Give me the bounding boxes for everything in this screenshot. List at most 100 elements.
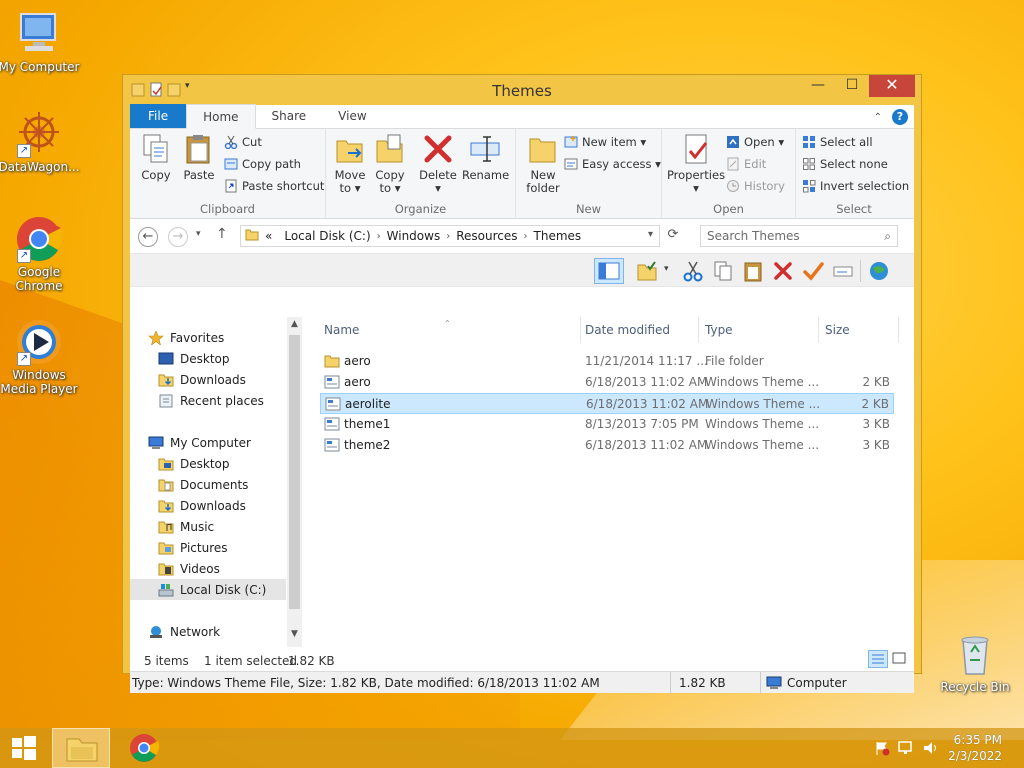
search-input[interactable]: Search Themes ⌕ [700,225,898,247]
easy-access-button[interactable]: Easy access ▾ [564,155,661,173]
rename-toolbar-icon[interactable] [832,260,854,282]
column-divider[interactable] [580,317,581,343]
checkmark-toolbar-icon[interactable] [802,260,824,282]
copy-toolbar-icon[interactable] [712,260,734,282]
ribbon-collapse-icon[interactable]: ⌃ [874,112,882,123]
open-button[interactable]: Open ▾ [726,133,784,151]
help-icon[interactable]: ? [892,109,908,125]
address-dropdown-icon[interactable]: ▾ [648,229,653,240]
forward-button[interactable]: → [168,227,188,247]
nav-network[interactable]: Network [148,621,220,642]
column-header-date[interactable]: Date modified [585,323,670,337]
file-row[interactable]: theme2 6/18/2013 11:02 AM Windows Theme … [320,435,894,456]
scrollbar-thumb[interactable] [289,335,300,609]
column-header-name[interactable]: Name [324,323,359,337]
copy-path-button[interactable]: Copy path [224,155,301,173]
nav-pc-music[interactable]: Music [158,516,214,537]
network-tray-icon[interactable] [898,740,916,759]
file-row[interactable]: aero 11/21/2014 11:17 ... File folder [320,351,894,372]
taskbar-chrome[interactable] [124,728,164,768]
breadcrumb-separator-icon[interactable]: › [446,231,450,242]
breadcrumb-themes[interactable]: Themes [534,229,582,243]
select-group: Select all Select none Invert selection … [796,129,912,219]
column-divider[interactable] [818,317,819,343]
scroll-up-icon[interactable]: ▲ [287,319,302,335]
details-view-icon[interactable] [868,650,888,668]
delete-toolbar-icon[interactable] [772,260,794,282]
nav-pc-downloads[interactable]: Downloads [158,495,246,516]
minimize-button[interactable]: — [801,75,835,97]
desktop-icon-my-computer[interactable]: My Computer [0,10,81,74]
breadcrumb-separator-icon[interactable]: › [524,231,528,242]
nav-pane-scrollbar[interactable]: ▲ ▼ [287,317,302,647]
select-none-button[interactable]: Select none [802,155,888,173]
paste-toolbar-icon[interactable] [742,260,764,282]
system-clock[interactable]: 6:35 PM 2/3/2022 [948,732,1002,764]
nav-my-computer[interactable]: My Computer [148,432,251,453]
nav-fav-downloads[interactable]: Downloads [158,369,246,390]
nav-pc-desktop[interactable]: Desktop [158,453,230,474]
nav-fav-desktop[interactable]: Desktop [158,348,230,369]
file-row[interactable]: theme1 8/13/2013 7:05 PM Windows Theme .… [320,414,894,435]
history-button[interactable]: History [726,177,785,195]
action-center-flag-icon[interactable] [874,740,890,759]
column-divider[interactable] [698,317,699,343]
tab-home[interactable]: Home [186,104,256,129]
copy-to-button[interactable]: Copy to ▾ [372,133,408,195]
column-header-type[interactable]: Type [705,323,733,337]
refresh-icon[interactable]: ⟳ [662,227,684,247]
edit-button[interactable]: Edit [726,155,766,173]
nav-pc-documents[interactable]: Documents [158,474,248,495]
title-bar[interactable]: ▾ Themes — ☐ ✕ [123,75,921,105]
delete-button[interactable]: Delete ▾ [418,133,458,195]
toolbar-dropdown-icon[interactable]: ▾ [664,264,669,274]
nav-pc-videos[interactable]: Videos [158,558,220,579]
cut-button[interactable]: Cut [224,133,262,151]
nav-pc-pictures[interactable]: Pictures [158,537,228,558]
file-row[interactable]: aero 6/18/2013 11:02 AM Windows Theme ..… [320,372,894,393]
breadcrumb-resources[interactable]: Resources [456,229,517,243]
taskbar-file-explorer[interactable] [52,728,110,768]
column-header-size[interactable]: Size [825,323,850,337]
cut-toolbar-icon[interactable] [682,260,704,282]
desktop-icon-datawagon[interactable]: ↗ DataWagon... [0,110,81,174]
up-button[interactable]: ↑ [216,226,228,242]
file-row-selected[interactable]: aerolite 6/18/2013 11:02 AM Windows Them… [320,393,894,414]
tab-view[interactable]: View [322,104,382,128]
address-bar[interactable]: « Local Disk (C:) › Windows › Resources … [240,225,660,247]
properties-button[interactable]: Properties ▾ [666,133,726,195]
preview-pane-icon[interactable] [594,258,624,284]
paste-shortcut-button[interactable]: Paste shortcut [224,177,324,195]
nav-favorites[interactable]: Favorites [148,327,224,348]
breadcrumb-local-disk[interactable]: Local Disk (C:) [284,229,370,243]
nav-pc-local-disk[interactable]: Local Disk (C:) [130,579,286,600]
back-button[interactable]: ← [138,227,158,247]
new-item-button[interactable]: New item ▾ [564,133,646,151]
desktop-icon-windows-media-player[interactable]: ↗ Windows Media Player [0,318,81,396]
copy-button[interactable]: Copy [138,133,174,182]
scroll-down-icon[interactable]: ▼ [287,629,302,645]
globe-icon[interactable] [868,260,890,282]
start-button[interactable] [8,728,40,768]
folder-check-icon[interactable] [636,260,658,282]
maximize-button[interactable]: ☐ [835,75,869,97]
nav-fav-recent-places[interactable]: Recent places [158,390,264,411]
breadcrumb-windows[interactable]: Windows [387,229,441,243]
tab-file[interactable]: File [130,104,187,128]
breadcrumb-separator-icon[interactable]: › [377,231,381,242]
column-divider[interactable] [898,317,899,343]
large-icons-view-icon[interactable] [890,650,910,668]
recent-locations-icon[interactable]: ▾ [196,229,201,239]
desktop-icon-google-chrome[interactable]: ↗ Google Chrome [0,215,81,293]
invert-selection-button[interactable]: Invert selection [802,177,909,195]
breadcrumb-overflow[interactable]: « [265,229,272,243]
close-button[interactable]: ✕ [869,75,915,97]
desktop-icon-recycle-bin[interactable]: Recycle Bin [933,630,1017,694]
rename-button[interactable]: Rename [462,133,509,182]
volume-icon[interactable] [922,740,940,759]
move-to-button[interactable]: Move to ▾ [332,133,368,195]
new-folder-button[interactable]: New folder [520,133,566,195]
select-all-button[interactable]: Select all [802,133,873,151]
tab-share[interactable]: Share [256,104,323,128]
paste-button[interactable]: Paste [180,133,218,182]
